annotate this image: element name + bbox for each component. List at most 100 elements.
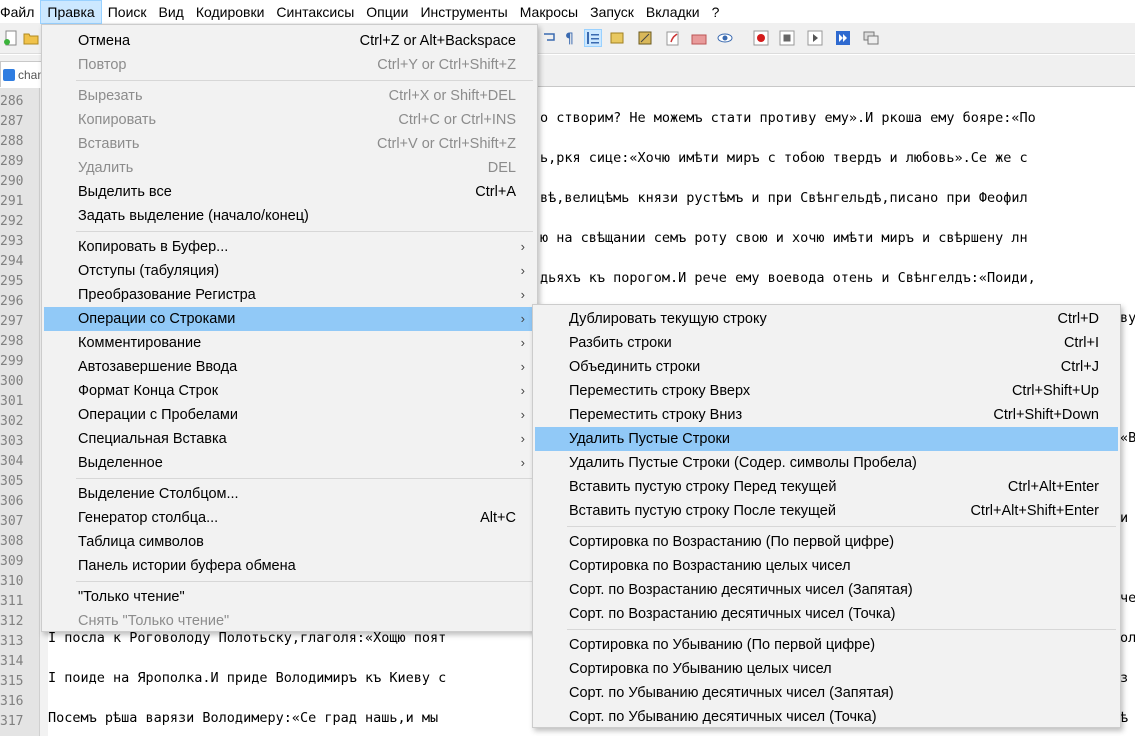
chevron-right-icon: › [520, 239, 525, 254]
submenu-item-remove-empty-lines[interactable]: Удалить Пустые Строки [535, 427, 1118, 451]
menu-item-redo[interactable]: Повтор Ctrl+Y or Ctrl+Shift+Z [44, 53, 535, 77]
submenu-item-insert-blank-below[interactable]: Вставить пустую строку После текущей Ctr… [535, 499, 1118, 523]
chevron-right-icon: › [520, 311, 525, 326]
edit-menu-dropdown: Отмена Ctrl+Z or Alt+Backspace Повтор Ct… [41, 24, 538, 632]
menu-item-eol-conversion[interactable]: Формат Конца Строк › [44, 379, 535, 403]
menu-run[interactable]: Запуск [584, 0, 640, 24]
line-number: 307 [0, 514, 24, 529]
menu-encoding[interactable]: Кодировки [190, 0, 271, 24]
menu-item-begin-end-select[interactable]: Задать выделение (начало/конец) [44, 204, 535, 228]
line-number: 294 [0, 254, 24, 269]
line-number: 306 [0, 494, 24, 509]
menu-help[interactable]: ? [706, 0, 726, 24]
menu-view[interactable]: Вид [153, 0, 190, 24]
menu-tools[interactable]: Инструменты [414, 0, 513, 24]
menu-item-character-panel[interactable]: Таблица символов [44, 530, 535, 554]
menu-item-undo[interactable]: Отмена Ctrl+Z or Alt+Backspace [44, 29, 535, 53]
run-macro-multiple-icon[interactable] [834, 29, 852, 47]
line-number: 308 [0, 534, 24, 549]
menu-item-on-selection[interactable]: Выделенное › [44, 451, 535, 475]
submenu-item-sort-desc-decimal-comma[interactable]: Сорт. по Убыванию десятичных чисел (Запя… [535, 681, 1118, 705]
menu-item-copy[interactable]: Копировать Ctrl+C or Ctrl+INS [44, 108, 535, 132]
line-number: 315 [0, 674, 24, 689]
line-number: 292 [0, 214, 24, 229]
line-number: 309 [0, 554, 24, 569]
chevron-right-icon: › [520, 287, 525, 302]
stop-macro-icon[interactable] [778, 29, 796, 47]
menu-item-paste[interactable]: Вставить Ctrl+V or Ctrl+Shift+Z [44, 132, 535, 156]
save-macro-icon[interactable] [862, 29, 880, 47]
menu-search[interactable]: Поиск [102, 0, 153, 24]
file-tab[interactable]: chan [0, 61, 46, 87]
menu-item-comment[interactable]: Комментирование › [44, 331, 535, 355]
code-line: з [1120, 670, 1129, 686]
code-line: ь,ркя сице:«Хочю имѣти миръ с тобою твер… [540, 150, 1028, 166]
menu-tabs[interactable]: Вкладки [640, 0, 706, 24]
new-file-icon[interactable] [2, 29, 20, 47]
submenu-item-join-lines[interactable]: Объединить строки Ctrl+J [535, 355, 1118, 379]
menu-item-indent[interactable]: Отступы (табуляция) › [44, 259, 535, 283]
submenu-item-split-lines[interactable]: Разбить строки Ctrl+I [535, 331, 1118, 355]
menu-item-convert-case[interactable]: Преобразование Регистра › [44, 283, 535, 307]
line-number: 300 [0, 374, 24, 389]
line-number: 301 [0, 394, 24, 409]
menu-language[interactable]: Синтаксисы [270, 0, 360, 24]
menu-item-cut[interactable]: Вырезать Ctrl+X or Shift+DEL [44, 84, 535, 108]
menu-separator [76, 80, 533, 81]
menu-settings[interactable]: Опции [360, 0, 414, 24]
menu-file[interactable]: Файл [0, 0, 40, 24]
menu-item-auto-completion[interactable]: Автозавершение Ввода › [44, 355, 535, 379]
submenu-item-sort-asc-integer[interactable]: Сортировка по Возрастанию целых чисел [535, 554, 1118, 578]
menu-item-blank-operations[interactable]: Операции с Пробелами › [44, 403, 535, 427]
record-macro-icon[interactable] [752, 29, 770, 47]
submenu-item-sort-desc-integer[interactable]: Сортировка по Убыванию целых чисел [535, 657, 1118, 681]
menu-bar: Файл Правка Поиск Вид Кодировки Синтакси… [0, 0, 1135, 24]
line-number: 313 [0, 634, 24, 649]
menu-item-paste-special[interactable]: Специальная Вставка › [44, 427, 535, 451]
show-all-chars-icon[interactable]: ¶ [560, 29, 578, 47]
line-number: 291 [0, 194, 24, 209]
menu-item-column-editor[interactable]: Генератор столбца... Alt+C [44, 506, 535, 530]
submenu-item-move-line-up[interactable]: Переместить строку Вверх Ctrl+Shift+Up [535, 379, 1118, 403]
submenu-item-sort-desc-lexico[interactable]: Сортировка по Убыванию (По первой цифре) [535, 633, 1118, 657]
submenu-item-insert-blank-above[interactable]: Вставить пустую строку Перед текущей Ctr… [535, 475, 1118, 499]
code-line: ѣ [1120, 710, 1129, 726]
chevron-right-icon: › [520, 407, 525, 422]
submenu-item-sort-asc-decimal-comma[interactable]: Сорт. по Возрастанию десятичных чисел (З… [535, 578, 1118, 602]
line-number: 289 [0, 154, 24, 169]
menu-item-delete[interactable]: Удалить DEL [44, 156, 535, 180]
menu-item-copy-to-clipboard[interactable]: Копировать в Буфер... › [44, 235, 535, 259]
submenu-item-remove-empty-lines-blank[interactable]: Удалить Пустые Строки (Содер. символы Пр… [535, 451, 1118, 475]
submenu-item-sort-asc-lexico[interactable]: Сортировка по Возрастанию (По первой циф… [535, 530, 1118, 554]
menu-item-set-read-only[interactable]: "Только чтение" [44, 585, 535, 609]
code-line: че [1120, 590, 1135, 606]
doc-map-icon[interactable] [608, 29, 626, 47]
open-file-icon[interactable] [22, 29, 40, 47]
line-number: 302 [0, 414, 24, 429]
wrap-icon[interactable] [540, 29, 558, 47]
menu-item-clear-read-only[interactable]: Снять "Только чтение" [44, 609, 535, 633]
function-list-icon[interactable] [636, 29, 654, 47]
menu-item-select-all[interactable]: Выделить все Ctrl+A [44, 180, 535, 204]
line-number-gutter: 286 287 288 289 290 291 292 293 294 295 … [0, 88, 40, 736]
code-line: I поиде на Ярополка.И приде Володимиръ к… [48, 670, 447, 686]
menu-separator [76, 231, 533, 232]
submenu-item-move-line-down[interactable]: Переместить строку Вниз Ctrl+Shift+Down [535, 403, 1118, 427]
menu-separator [567, 629, 1116, 630]
submenu-item-sort-desc-decimal-dot[interactable]: Сорт. по Убыванию десятичных чисел (Точк… [535, 705, 1118, 729]
menu-edit[interactable]: Правка [40, 0, 102, 24]
menu-macro[interactable]: Макросы [514, 0, 584, 24]
menu-item-line-operations[interactable]: Операции со Строками › [44, 307, 535, 331]
play-macro-icon[interactable] [806, 29, 824, 47]
folder-as-workspace-icon[interactable] [664, 29, 682, 47]
menu-item-column-mode[interactable]: Выделение Столбцом... [44, 482, 535, 506]
indent-guide-icon[interactable] [584, 29, 602, 47]
line-number: 317 [0, 714, 24, 729]
line-number: 296 [0, 294, 24, 309]
monitoring-icon[interactable] [716, 29, 734, 47]
submenu-item-duplicate-line[interactable]: Дублировать текущую строку Ctrl+D [535, 307, 1118, 331]
code-line: вѣ,велицѣмь князи рустѣмъ и при Свѣнгель… [540, 190, 1028, 206]
submenu-item-sort-asc-decimal-dot[interactable]: Сорт. по Возрастанию десятичных чисел (Т… [535, 602, 1118, 626]
project-panel-icon[interactable] [690, 29, 708, 47]
menu-item-clipboard-history[interactable]: Панель истории буфера обмена [44, 554, 535, 578]
